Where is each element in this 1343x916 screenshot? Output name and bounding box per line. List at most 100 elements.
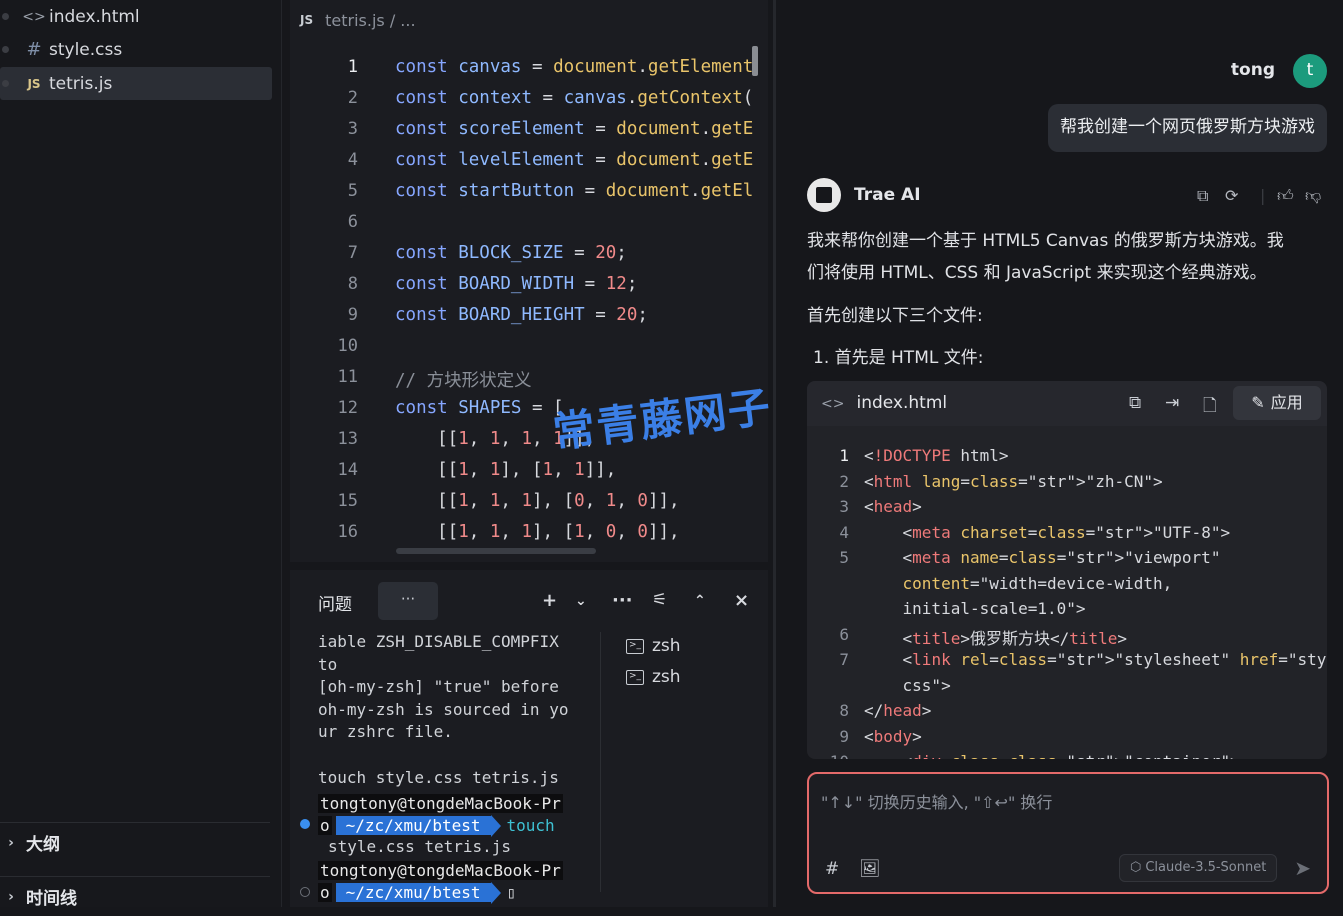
plus-icon[interactable]: +	[542, 590, 557, 611]
code-line: <meta charset=class="str">"UTF-8">	[864, 522, 1231, 542]
line-number: 5	[839, 548, 849, 567]
code-line: </head>	[864, 701, 932, 720]
code-line: <!DOCTYPE html>	[864, 446, 1009, 465]
code-line: [[1, 1], [1, 1]],	[395, 460, 617, 480]
refresh-icon[interactable]: ⟳	[1225, 186, 1238, 205]
line-number: 15	[337, 491, 358, 511]
thumbs-up-icon[interactable]: 👍︎	[1277, 186, 1294, 206]
file-item-index-html[interactable]: <> index.html	[0, 0, 272, 33]
chevron-up-icon[interactable]: ⌃	[694, 593, 706, 609]
file-item-tetris-js[interactable]: JS tetris.js	[0, 67, 272, 100]
model-label: Claude-3.5-Sonnet	[1145, 860, 1267, 875]
line-number: 7	[347, 243, 358, 263]
hash-icon[interactable]: #	[825, 859, 839, 879]
code-line: const canvas = document.getElement	[395, 57, 754, 77]
sliders-icon[interactable]: ⚟	[652, 590, 667, 610]
prompt-status-dot	[300, 819, 310, 829]
copy-icon[interactable]: ⧉	[1197, 186, 1208, 206]
prompt-user-text: tongtony@tongdeMacBook-Pr	[318, 793, 563, 813]
file-name: index.html	[49, 6, 140, 27]
model-selector[interactable]: ⬡ Claude-3.5-Sonnet	[1119, 854, 1278, 882]
horizontal-scrollbar[interactable]	[396, 548, 596, 554]
terminal-header: 问题 ··· + ⌄ ··· ⚟ ⌃ ×	[290, 580, 768, 622]
code-line: <title>俄罗斯方块</title>	[864, 628, 1128, 648]
image-icon[interactable]: 🖼︎	[859, 859, 881, 879]
terminal-line: style.css tetris.js	[328, 837, 512, 856]
chevron-right-icon: ›	[8, 888, 14, 905]
prompt-path: o ~/zc/xmu/btest touch	[318, 814, 555, 837]
file-item-style-css[interactable]: # style.css	[0, 33, 272, 66]
chevron-down-icon[interactable]: ⌄	[575, 593, 587, 609]
line-number: 3	[839, 497, 849, 516]
thumbs-down-icon[interactable]: 👎︎	[1305, 186, 1321, 206]
breadcrumb: JS tetris.js / ...	[290, 0, 768, 40]
line-number: 6	[347, 212, 358, 232]
send-icon[interactable]: ➤	[1294, 856, 1311, 880]
prompt-o: o	[318, 816, 332, 836]
breadcrumb-path[interactable]: tetris.js / ...	[325, 11, 415, 30]
ai-name: Trae AI	[854, 185, 921, 205]
line-number: 10	[337, 336, 358, 356]
apply-button[interactable]: ✎ 应用	[1233, 386, 1321, 420]
tab-more[interactable]: ···	[378, 582, 438, 620]
terminal-line: touch style.css tetris.js	[318, 767, 559, 787]
line-number: 2	[347, 88, 358, 108]
line-number: 7	[839, 650, 849, 669]
terminal-session-1[interactable]: >_ zsh	[626, 636, 681, 656]
code-block-header: <> index.html ⧉ ⇥ 🗋︎ ✎ 应用	[807, 381, 1327, 426]
new-file-icon[interactable]: 🗋︎	[1203, 393, 1217, 422]
insert-icon[interactable]: ⇥	[1165, 393, 1179, 413]
code-line: const scoreElement = document.getE	[395, 119, 754, 139]
user-message: 帮我创建一个网页俄罗斯方块游戏	[1048, 104, 1327, 152]
code-line: initial-scale=1.0">	[864, 599, 1086, 618]
prompt-o: o	[318, 883, 332, 903]
code-line: <head>	[864, 497, 922, 516]
code-line: const BOARD_HEIGHT = 20;	[395, 305, 648, 325]
terminal-panel: 问题 ··· + ⌄ ··· ⚟ ⌃ × iable ZSH_DISABLE_C…	[290, 570, 768, 907]
terminal-line: [oh-my-zsh] "true" before	[318, 677, 559, 697]
status-dot	[2, 13, 9, 20]
more-icon[interactable]: ···	[612, 590, 633, 611]
prompt-status-dot	[300, 887, 310, 897]
ai-text: 我来帮你创建一个基于 HTML5 Canvas 的俄罗斯方块游戏。我	[807, 231, 1284, 251]
chat-input[interactable]: "↑↓" 切换历史输入, "⇧↩" 换行 # 🖼︎ ⬡ Claude-3.5-So…	[807, 772, 1329, 894]
code-line: const BOARD_WIDTH = 12;	[395, 274, 638, 294]
copy-icon[interactable]: ⧉	[1129, 393, 1141, 413]
code-line: <meta name=class="str">"viewport"	[864, 548, 1221, 567]
divider	[600, 632, 601, 892]
code-block-title: <> index.html	[821, 393, 947, 413]
file-name: style.css	[49, 39, 123, 60]
code-filename: index.html	[856, 393, 948, 413]
divider: |	[1260, 186, 1266, 205]
line-number: 11	[337, 367, 358, 387]
outline-section[interactable]: › 大纲	[0, 822, 270, 862]
close-icon[interactable]: ×	[734, 590, 749, 611]
ai-chat-panel: tong t 帮我创建一个网页俄罗斯方块游戏 Trae AI ⧉ ⟳ | 👍︎ …	[777, 0, 1343, 907]
tab-problems[interactable]: 问题	[318, 590, 352, 615]
terminal-line: ur zshrc file.	[318, 722, 453, 742]
code-line: [[1, 1, 1], [1, 0, 0]],	[395, 522, 680, 542]
line-number: 6	[839, 624, 849, 644]
file-explorer: <> index.html # style.css JS tetris.js ›…	[0, 0, 282, 909]
line-number: 14	[337, 460, 358, 480]
timeline-section[interactable]: › 时间线	[0, 876, 270, 916]
ai-text: 们将使用 HTML、CSS 和 JavaScript 来实现这个经典游戏。	[807, 263, 1267, 283]
line-number: 4	[839, 522, 849, 542]
avatar: t	[1293, 54, 1327, 88]
terminal-icon: >_	[626, 669, 644, 685]
status-dot	[2, 80, 9, 87]
file-name: tetris.js	[49, 73, 113, 94]
chevron-right-icon: ›	[8, 834, 14, 851]
line-number: 3	[347, 119, 358, 139]
cube-icon: ⬡	[1130, 860, 1142, 875]
css-file-icon: #	[26, 39, 42, 60]
code-block: <> index.html ⧉ ⇥ 🗋︎ ✎ 应用 1 <!DOCTYPE html>…	[807, 381, 1327, 759]
code-line: const levelElement = document.getE	[395, 150, 754, 170]
code-editor[interactable]: JS tetris.js / ... 1 const canvas = docum…	[290, 0, 768, 562]
line-number: 8	[347, 274, 358, 294]
code-line: <body>	[864, 726, 922, 746]
timeline-label: 时间线	[26, 889, 77, 909]
prompt-command: touch	[506, 816, 555, 836]
terminal-session-2[interactable]: >_ zsh	[626, 667, 681, 687]
panel-divider[interactable]	[773, 0, 776, 907]
